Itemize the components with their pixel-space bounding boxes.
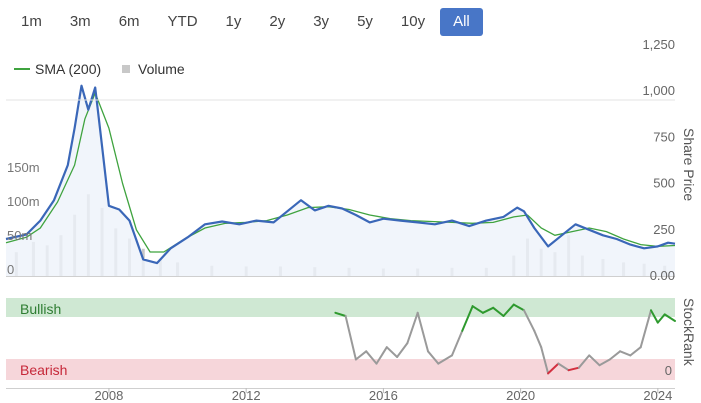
volume-y-tick: 150m bbox=[7, 160, 40, 175]
stockrank-segment bbox=[533, 329, 543, 349]
x-tick-label: 2012 bbox=[232, 388, 261, 403]
stockrank-panel: 0 bbox=[6, 298, 676, 380]
stockrank-segment bbox=[416, 311, 429, 353]
stockrank-segment bbox=[608, 350, 622, 361]
price-y-tick: 1,250 bbox=[642, 37, 675, 52]
legend-sma-label: SMA (200) bbox=[35, 61, 101, 77]
stockrank-axis-title: StockRank bbox=[681, 298, 697, 367]
stockrank-segment bbox=[406, 311, 419, 345]
x-tick-label: 2020 bbox=[506, 388, 535, 403]
chart-legend: SMA (200) Volume bbox=[14, 61, 185, 77]
stockrank-segment bbox=[451, 329, 464, 357]
volume-y-tick: 50m bbox=[7, 228, 32, 243]
legend-volume-label: Volume bbox=[138, 61, 185, 77]
volume-y-tick: 100m bbox=[7, 194, 40, 209]
stockrank-segment bbox=[396, 342, 409, 358]
x-tick-label: 2008 bbox=[94, 388, 123, 403]
x-tick-label: 2024 bbox=[643, 388, 672, 403]
stockrank-segment bbox=[354, 350, 368, 361]
stockrank-y-tick: 0 bbox=[665, 363, 672, 378]
bearish-label: Bearish bbox=[20, 362, 67, 378]
price-y-tick: 250 bbox=[653, 222, 675, 237]
price-plot bbox=[5, 84, 676, 276]
volume-y-tick: 0 bbox=[7, 262, 14, 277]
price-y-tick: 750 bbox=[653, 129, 675, 144]
price-chart: 0.00 250 500 750 1,000 1,250 0 50m 100m 150m 2008 2… bbox=[5, 37, 697, 403]
stockrank-segment bbox=[619, 350, 632, 357]
price-y-tick: 500 bbox=[653, 176, 675, 191]
price-y-tick: 1,000 bbox=[642, 83, 675, 98]
x-tick-label: 2016 bbox=[369, 388, 398, 403]
price-y-tick: 0.00 bbox=[650, 268, 675, 283]
share-price-axis-title: Share Price bbox=[681, 128, 697, 201]
volume-legend-swatch bbox=[122, 65, 130, 73]
stockrank-segment bbox=[385, 346, 399, 358]
bullish-label: Bullish bbox=[20, 301, 61, 317]
stockrank-segment bbox=[629, 346, 642, 357]
stockrank-segment bbox=[344, 315, 357, 361]
